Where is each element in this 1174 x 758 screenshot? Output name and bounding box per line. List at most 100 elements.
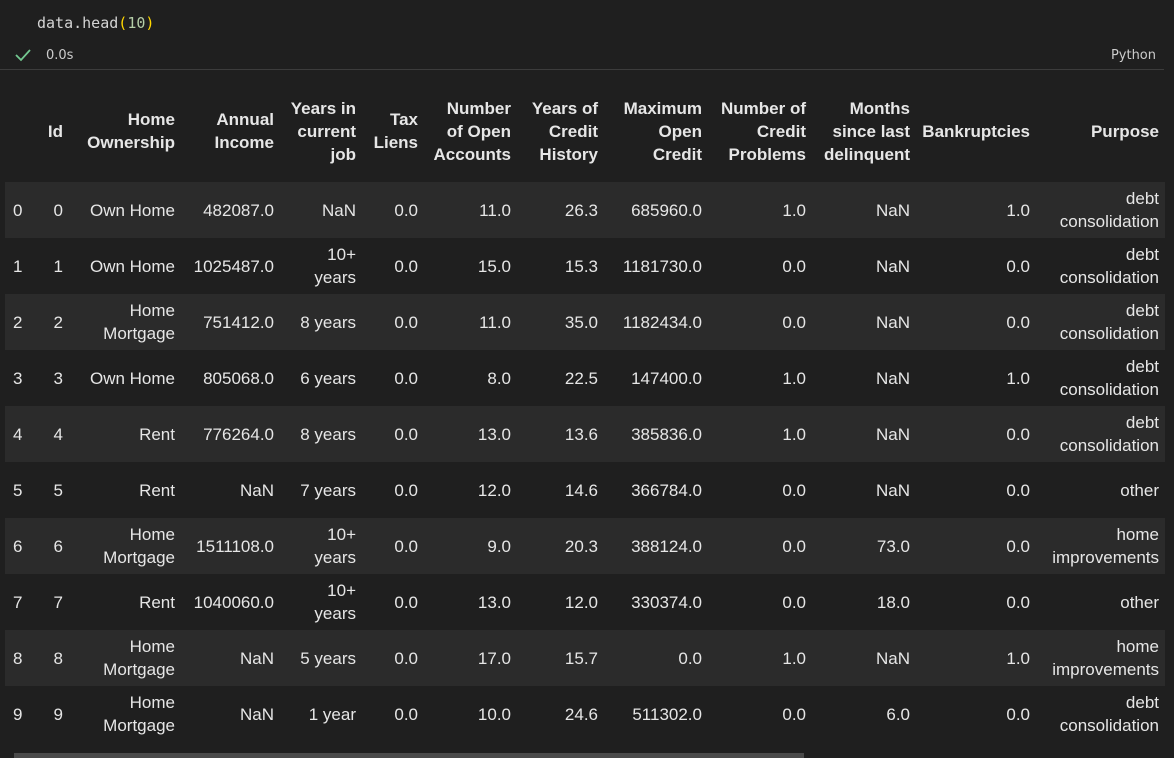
table-cell: Rent [139, 480, 175, 500]
table-cell: 5 [53, 480, 63, 500]
column-header: Years of Credit History [517, 80, 604, 182]
row-index: 3 [13, 368, 23, 388]
table-cell: debt consolidation [1059, 357, 1159, 399]
table-cell: 0.0 [394, 648, 418, 668]
language-label[interactable]: Python [1111, 48, 1156, 63]
table-cell: NaN [875, 648, 910, 668]
table-cell: 10+ years [314, 245, 356, 287]
table-row: 8 8 Home Mortgage NaN 5 years 0.0 17.0 15.7 0.0 1… [5, 630, 1165, 686]
table-cell: Rent [139, 592, 175, 612]
table-cell: 0.0 [1006, 312, 1030, 332]
table-cell: 15.3 [564, 256, 598, 276]
execution-time: 0.0s [46, 48, 74, 63]
table-cell: 385836.0 [631, 424, 702, 444]
cell-status-bar: 0.0s Python [0, 42, 1164, 70]
table-body: 0 0 Own Home 482087.0 NaN 0.0 11.0 26.3 685960.0… [5, 182, 1165, 742]
table-cell: 0.0 [782, 704, 806, 724]
table-cell: 22.5 [564, 368, 598, 388]
table-cell: 0 [53, 200, 63, 220]
code-call: data.head [37, 14, 119, 32]
table-cell: debt consolidation [1059, 189, 1159, 231]
table-cell: 0.0 [782, 480, 806, 500]
table-row: 4 4 Rent 776264.0 8 years 0.0 13.0 13.6 385836.0… [5, 406, 1165, 462]
table-cell: NaN [875, 200, 910, 220]
table-cell: 9 [53, 704, 63, 724]
table-row: 5 5 Rent NaN 7 years 0.0 12.0 14.6 366784.0 0.0 Na… [5, 462, 1165, 518]
table-cell: Own Home [89, 256, 175, 276]
table-cell: 0.0 [394, 368, 418, 388]
table-cell: 12.0 [564, 592, 598, 612]
dataframe-table: Id Home Ownership Annual Income Years in cu… [5, 80, 1165, 742]
table-row: 3 3 Own Home 805068.0 6 years 0.0 8.0 22.5 14740… [5, 350, 1165, 406]
row-index: 7 [13, 592, 23, 612]
column-header: Home Ownership [69, 80, 181, 182]
horizontal-scrollbar[interactable] [14, 753, 804, 758]
row-index: 8 [13, 648, 23, 668]
table-cell: 1.0 [782, 648, 806, 668]
table-cell: 482087.0 [203, 200, 274, 220]
table-cell: NaN [239, 480, 274, 500]
table-cell: 147400.0 [631, 368, 702, 388]
table-cell: 10+ years [314, 581, 356, 623]
table-cell: 8 [53, 648, 63, 668]
code-text[interactable]: data.head(10) [37, 14, 154, 32]
table-cell: NaN [875, 424, 910, 444]
table-cell: 13.6 [564, 424, 598, 444]
table-cell: 0.0 [1006, 536, 1030, 556]
table-cell: 0.0 [1006, 704, 1030, 724]
table-cell: NaN [239, 704, 274, 724]
table-cell: 6 years [300, 368, 356, 388]
table-row: 2 2 Home Mortgage 751412.0 8 years 0.0 11.0 35.… [5, 294, 1165, 350]
table-cell: 6 [53, 536, 63, 556]
table-cell: 0.0 [782, 536, 806, 556]
table-cell: 1181730.0 [622, 256, 702, 276]
table-cell: debt consolidation [1059, 245, 1159, 287]
table-cell: debt consolidation [1059, 301, 1159, 343]
table-cell: 0.0 [782, 312, 806, 332]
column-header: Months since last delinquent [812, 80, 916, 182]
table-cell: NaN [875, 368, 910, 388]
table-cell: NaN [321, 200, 356, 220]
table-cell: home improvements [1052, 525, 1159, 567]
table-cell: 8 years [300, 424, 356, 444]
index-header [5, 80, 35, 182]
table-cell: 7 [53, 592, 63, 612]
table-cell: Home Mortgage [103, 525, 175, 567]
table-cell: 0.0 [782, 256, 806, 276]
table-row: 6 6 Home Mortgage 1511108.0 10+ years 0.0 9.0 2… [5, 518, 1165, 574]
column-header: Purpose [1036, 80, 1165, 182]
table-cell: 14.6 [564, 480, 598, 500]
table-cell: NaN [875, 480, 910, 500]
table-cell: 10+ years [314, 525, 356, 567]
row-index: 4 [13, 424, 23, 444]
table-cell: Rent [139, 424, 175, 444]
table-cell: 0.0 [782, 592, 806, 612]
table-cell: 0.0 [394, 592, 418, 612]
table-cell: 15.7 [564, 648, 598, 668]
table-cell: 17.0 [477, 648, 511, 668]
table-cell: 3 [53, 368, 63, 388]
row-index: 1 [13, 256, 23, 276]
table-cell: 1.0 [782, 200, 806, 220]
row-index: 0 [13, 200, 23, 220]
table-cell: 26.3 [564, 200, 598, 220]
table-cell: 1025487.0 [193, 256, 274, 276]
check-icon [15, 49, 31, 62]
row-index: 5 [13, 480, 23, 500]
table-cell: 0.0 [394, 704, 418, 724]
code-paren-open: ( [118, 14, 128, 32]
table-cell: 15.0 [477, 256, 511, 276]
table-cell: 1.0 [1006, 200, 1030, 220]
table-cell: 1.0 [1006, 648, 1030, 668]
table-cell: NaN [239, 648, 274, 668]
table-row: 7 7 Rent 1040060.0 10+ years 0.0 13.0 12.0 33037… [5, 574, 1165, 630]
table-cell: 10.0 [477, 704, 511, 724]
row-index: 9 [13, 704, 23, 724]
column-header: Number of Open Accounts [424, 80, 517, 182]
table-cell: 751412.0 [203, 312, 274, 332]
table-cell: 511302.0 [632, 704, 702, 724]
table-cell: 776264.0 [203, 424, 274, 444]
code-cell[interactable]: data.head(10) [0, 0, 1174, 42]
table-cell: 35.0 [564, 312, 598, 332]
column-header: Number of Credit Problems [708, 80, 812, 182]
